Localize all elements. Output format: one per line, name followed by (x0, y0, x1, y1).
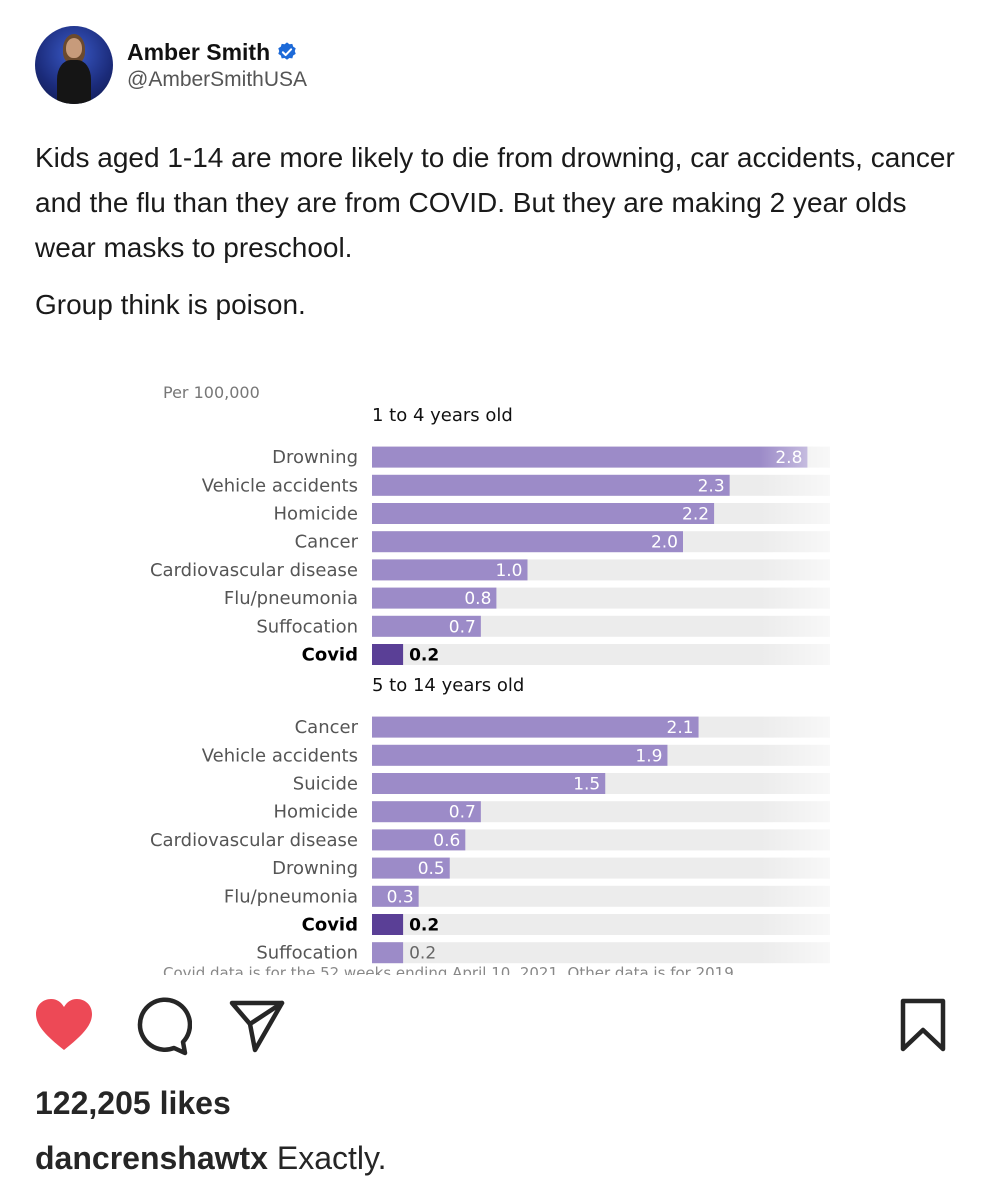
chart-value-label: 0.8 (464, 589, 491, 609)
chart-bar (372, 744, 668, 766)
chart-bar (372, 644, 404, 665)
avatar[interactable] (35, 26, 113, 104)
chart-category-label: Vehicle accidents (202, 475, 358, 496)
tweet-author: Amber Smith @AmberSmithUSA (127, 39, 307, 92)
chart-category-label: Flu/pneumonia (224, 886, 358, 907)
chart-category-label: Suffocation (256, 616, 358, 637)
chart-bar-track (372, 644, 830, 665)
chart-category-label: Covid (302, 915, 358, 936)
handle[interactable]: @AmberSmithUSA (127, 68, 307, 92)
chart-category-label: Drowning (272, 447, 358, 468)
caption-username[interactable]: dancrenshawtx (35, 1140, 268, 1176)
chart-category-label: Vehicle accidents (202, 745, 358, 766)
caption: dancrenshawtx Exactly. (35, 1140, 387, 1177)
chart-category-label: Cancer (295, 717, 359, 738)
tweet-header: Amber Smith @AmberSmithUSA (35, 25, 307, 105)
tweet-paragraph-2: Group think is poison. (35, 289, 306, 320)
chart-bar (372, 773, 606, 794)
chart-group-title: 5 to 14 years old (372, 675, 524, 696)
instagram-post: Amber Smith @AmberSmithUSA Kids aged 1-1… (0, 0, 986, 1200)
chart-value-label: 2.8 (775, 448, 802, 468)
chart-category-label: Suffocation (256, 943, 358, 964)
chart-svg: Per 100,000 1 to 4 years old Drowning 2.8 Ve… (150, 383, 830, 975)
likes-count[interactable]: 122,205 likes (35, 1085, 231, 1122)
death-rate-chart: Per 100,000 1 to 4 years old Drowning 2.8 Ve… (0, 375, 986, 975)
chart-bar (372, 914, 404, 935)
chart-value-label: 0.2 (409, 944, 436, 964)
chart-category-label: Suicide (293, 774, 358, 795)
chart-value-label: 2.2 (682, 505, 709, 525)
chart-bar (372, 503, 715, 524)
chart-category-label: Cardiovascular disease (150, 830, 358, 851)
comment-icon[interactable] (130, 995, 192, 1057)
chart-value-label: 2.1 (667, 718, 694, 738)
chart-value-label: 1.9 (635, 746, 662, 766)
tweet-paragraph-1: Kids aged 1-14 are more likely to die fr… (35, 142, 955, 263)
chart-value-label: 1.0 (495, 561, 522, 581)
chart-bar (372, 474, 730, 496)
paper-plane-icon[interactable] (228, 995, 288, 1055)
chart-value-label: 0.7 (449, 617, 476, 637)
chart-bar-track (372, 942, 830, 964)
bookmark-icon[interactable] (897, 995, 949, 1057)
chart-category-label: Covid (302, 645, 358, 666)
chart-value-label: 2.3 (698, 476, 725, 496)
chart-bar-track (372, 885, 830, 907)
chart-value-label: 0.2 (409, 646, 439, 666)
chart-category-label: Cancer (295, 532, 359, 553)
chart-value-label: 0.5 (418, 859, 445, 879)
heart-icon[interactable] (33, 995, 95, 1057)
chart-value-label: 0.3 (387, 887, 414, 907)
chart-value-label: 0.7 (449, 803, 476, 823)
chart-category-label: Flu/pneumonia (224, 588, 358, 609)
chart-bar (372, 446, 808, 468)
chart-category-label: Homicide (274, 504, 358, 525)
action-bar (0, 995, 986, 1065)
chart-bar (372, 531, 683, 553)
chart-category-label: Drowning (272, 858, 358, 879)
chart-footnote: Covid data is for the 52 weeks ending Ap… (163, 964, 739, 975)
display-name[interactable]: Amber Smith (127, 39, 270, 66)
chart-bar (372, 716, 699, 738)
verified-badge-icon (278, 42, 296, 60)
chart-value-label: 0.6 (433, 831, 460, 851)
chart-bar-track (372, 914, 830, 935)
chart-value-label: 2.0 (651, 533, 678, 553)
chart-category-label: Homicide (274, 802, 358, 823)
chart-value-label: 0.2 (409, 916, 439, 936)
chart-group-title: 1 to 4 years old (372, 405, 513, 426)
chart-value-label: 1.5 (573, 775, 600, 795)
chart-unit-label: Per 100,000 (163, 383, 260, 402)
display-name-row: Amber Smith (127, 39, 307, 66)
chart-bar (372, 942, 404, 964)
caption-text: Exactly. (276, 1140, 387, 1176)
tweet-text: Kids aged 1-14 are more likely to die fr… (35, 135, 970, 327)
chart-category-label: Cardiovascular disease (150, 560, 358, 581)
